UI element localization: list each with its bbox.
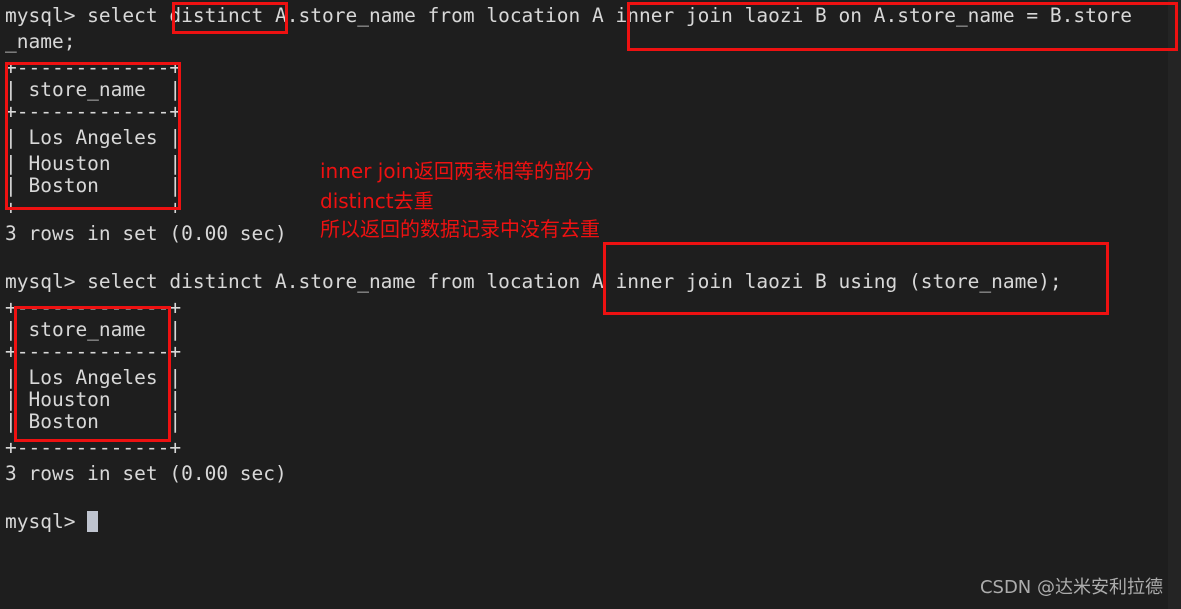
terminal-line-query1-part1: mysql> select distinct A.store_name from… — [5, 4, 1133, 27]
table2-status-line: 3 rows in set (0.00 sec) — [5, 462, 287, 485]
text-cursor — [87, 511, 99, 532]
terminal-window: mysql> select distinct A.store_name from… — [0, 0, 1181, 609]
prompt-line[interactable]: mysql> — [5, 506, 99, 538]
annotation-note-3: 所以返回的数据记录中没有去重 — [320, 217, 600, 241]
csdn-watermark: CSDN @达米安利拉德 — [979, 577, 1163, 598]
window-right-gutter — [1168, 0, 1181, 609]
table1-status-line: 3 rows in set (0.00 sec) — [5, 222, 287, 245]
annotation-note-1: inner join返回两表相等的部分 — [320, 159, 594, 183]
prompt-label: mysql> — [5, 510, 76, 533]
annotation-note-2: distinct去重 — [320, 189, 434, 213]
